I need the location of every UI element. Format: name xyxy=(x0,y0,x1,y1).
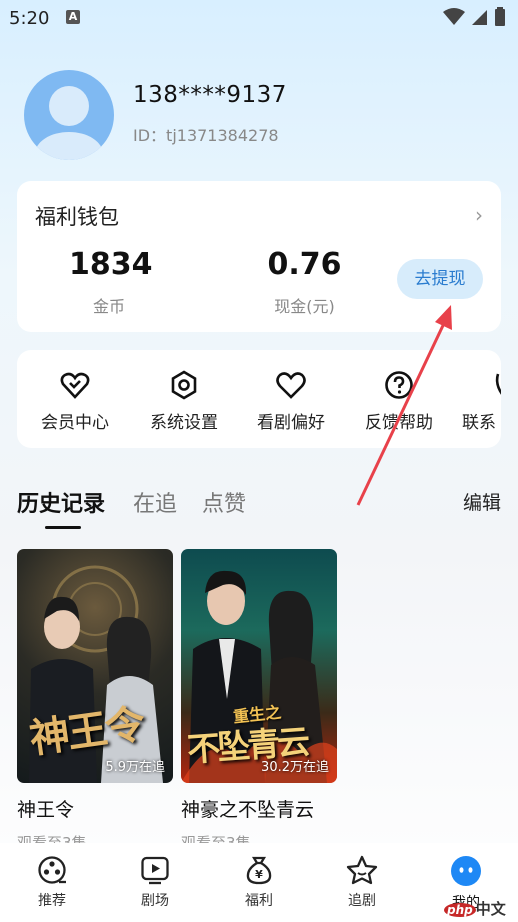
menu-label: 联系 xyxy=(462,413,496,433)
menu-label: 系统设置 xyxy=(150,413,218,433)
tab-likes[interactable]: 点赞 xyxy=(202,486,246,518)
nav-following[interactable]: 追剧 xyxy=(327,855,397,910)
chevron-right-icon[interactable]: › xyxy=(475,203,483,227)
heart-icon xyxy=(276,372,306,399)
svg-text:¥: ¥ xyxy=(255,868,263,881)
edit-button[interactable]: 编辑 xyxy=(463,488,501,515)
avatar[interactable] xyxy=(24,70,114,160)
cash-value: 0.76 xyxy=(267,247,342,282)
vip-heart-icon xyxy=(60,372,90,399)
coins-value: 1834 xyxy=(69,247,153,282)
battery-icon xyxy=(495,7,505,26)
tab-active-indicator xyxy=(45,526,81,529)
menu-item-feedback[interactable]: 反馈帮助 xyxy=(354,370,444,433)
drama-title[interactable]: 神王令 xyxy=(17,795,173,822)
tab-following[interactable]: 在追 xyxy=(133,486,177,518)
nav-theater[interactable]: 剧场 xyxy=(120,855,190,910)
nav-label: 福利 xyxy=(245,893,273,909)
avatar-person-icon xyxy=(35,86,103,160)
nav-label: 推荐 xyxy=(38,893,66,909)
menu-item-preferences[interactable]: 看剧偏好 xyxy=(246,370,336,433)
drama-poster[interactable]: 神王令 5.9万在追 xyxy=(17,549,173,783)
follow-count: 5.9万在追 xyxy=(105,760,165,775)
play-screen-icon xyxy=(141,856,169,885)
nav-recommend[interactable]: 推荐 xyxy=(17,855,87,910)
signal-icon xyxy=(472,10,487,25)
drama-card[interactable]: 神王令 5.9万在追 神王令 观看至3集 xyxy=(17,549,173,853)
nav-label: 追剧 xyxy=(348,893,376,909)
cash-label: 现金(元) xyxy=(274,297,335,316)
coins-label: 金币 xyxy=(92,297,125,316)
money-bag-icon: ¥ xyxy=(246,856,272,885)
drama-poster[interactable]: 重生之 不坠青云 30.2万在追 xyxy=(181,549,337,783)
contact-icon xyxy=(495,373,501,395)
bottom-nav: 推荐 剧场 ¥ 福利 追剧 我的 xyxy=(0,843,518,922)
withdraw-button[interactable]: 去提现 xyxy=(397,259,483,299)
menu-card: 会员中心 系统设置 看剧偏好 反馈帮助 联系 xyxy=(17,350,501,448)
wallet-title: 福利钱包 xyxy=(35,205,119,229)
user-phone: 138****9137 xyxy=(133,82,287,108)
menu-item-settings[interactable]: 系统设置 xyxy=(139,370,229,433)
wallet-card[interactable]: 福利钱包 › 1834 金币 0.76 现金(元) 去提现 xyxy=(17,181,501,332)
watermark: php中文网 xyxy=(444,898,518,922)
history-tabs: 历史记录 在追 点赞 编辑 xyxy=(17,486,501,529)
star-icon xyxy=(346,855,378,885)
nav-welfare[interactable]: ¥ 福利 xyxy=(224,855,294,910)
film-reel-icon xyxy=(38,856,66,884)
tab-history[interactable]: 历史记录 xyxy=(17,486,105,518)
menu-item-vip[interactable]: 会员中心 xyxy=(30,370,120,433)
hexagon-gear-icon xyxy=(171,370,197,400)
wifi-icon xyxy=(443,8,465,25)
question-icon xyxy=(385,371,413,399)
nav-label: 剧场 xyxy=(141,893,169,909)
status-bar: 5:20 A xyxy=(0,0,518,36)
drama-title[interactable]: 神豪之不坠青云 xyxy=(181,795,337,822)
menu-label: 会员中心 xyxy=(41,413,109,433)
user-id: ID：tj1371384278 xyxy=(133,126,279,145)
watermark-php: php xyxy=(444,903,476,917)
follow-count: 30.2万在追 xyxy=(261,760,329,775)
profile-face-icon xyxy=(451,856,481,886)
menu-label: 反馈帮助 xyxy=(365,413,433,433)
status-time: 5:20 xyxy=(9,8,50,29)
drama-card[interactable]: 重生之 不坠青云 30.2万在追 神豪之不坠青云 观看至3集 xyxy=(181,549,337,853)
menu-item-contact[interactable]: 联系 xyxy=(462,370,501,433)
menu-label: 看剧偏好 xyxy=(257,413,325,433)
status-a-icon: A xyxy=(66,10,80,24)
